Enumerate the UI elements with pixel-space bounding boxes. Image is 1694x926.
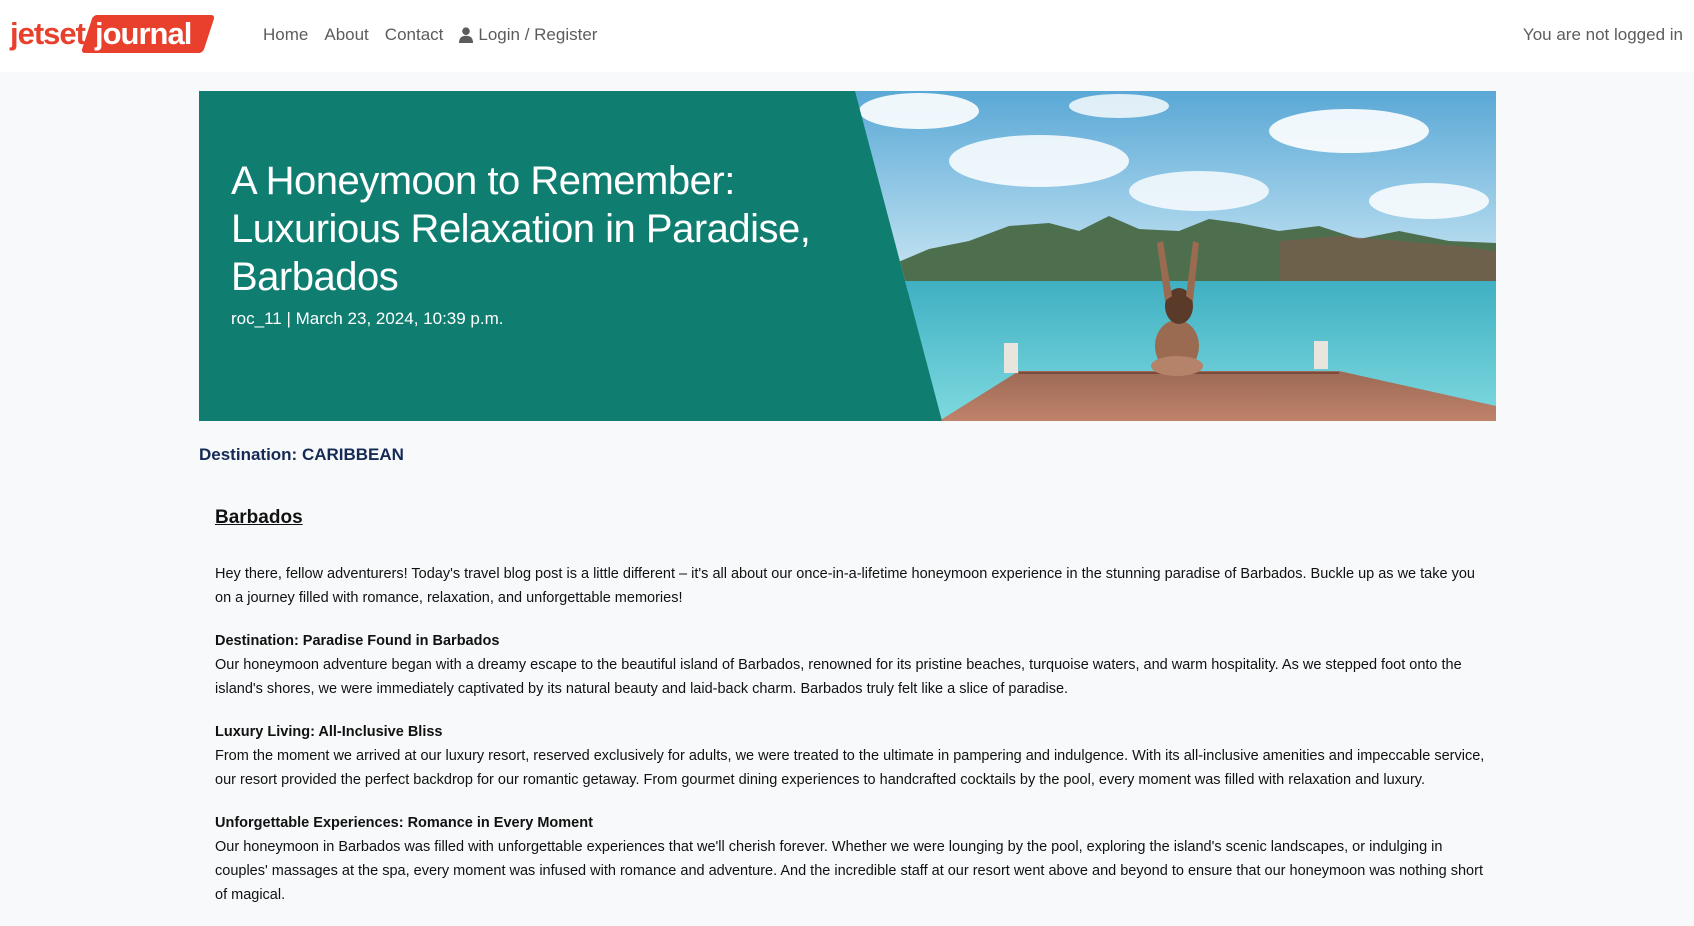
hero-banner: A Honeymoon to Remember: Luxurious Relax… xyxy=(199,91,1496,421)
nav-login-link[interactable]: Login / Register xyxy=(451,22,605,48)
section-body: Our honeymoon adventure began with a dre… xyxy=(215,657,1462,697)
post-meta: roc_11 | March 23, 2024, 10:39 p.m. xyxy=(231,309,504,328)
brand-logo[interactable]: jetset journal xyxy=(10,14,209,54)
article-body: Barbados Hey there, fellow adventurers! … xyxy=(215,500,1495,926)
section-body: From the moment we arrived at our luxury… xyxy=(215,748,1485,788)
section-title: Unforgettable Experiences: Romance in Ev… xyxy=(215,815,593,831)
article-section: Unforgettable Experiences: Romance in Ev… xyxy=(215,811,1495,907)
navbar: jetset journal Home About Contact Login … xyxy=(0,0,1694,72)
article-section: Luxury Living: All-Inclusive Bliss From … xyxy=(215,720,1495,792)
article-heading: Barbados xyxy=(215,507,303,528)
article-section: Destination: Paradise Found in Barbados … xyxy=(215,629,1495,701)
brand-name-part2: journal xyxy=(87,14,209,54)
nav-links: Home About Contact Login / Register xyxy=(255,22,605,48)
page-title: A Honeymoon to Remember: Luxurious Relax… xyxy=(231,159,811,299)
brand-name-part1: jetset xyxy=(10,16,86,51)
nav-login-label: Login / Register xyxy=(478,25,598,44)
login-status-text: You are not logged in xyxy=(1522,25,1683,44)
nav-home-link[interactable]: Home xyxy=(255,22,316,48)
nav-contact-link[interactable]: Contact xyxy=(377,22,452,48)
section-body: Our honeymoon in Barbados was filled wit… xyxy=(215,839,1483,903)
article-intro: Hey there, fellow adventurers! Today's t… xyxy=(215,566,1475,606)
section-title: Luxury Living: All-Inclusive Bliss xyxy=(215,724,443,740)
nav-about-link[interactable]: About xyxy=(316,22,376,48)
destination-label: Destination: CARIBBEAN xyxy=(199,445,404,464)
section-title: Destination: Paradise Found in Barbados xyxy=(215,633,500,649)
user-icon xyxy=(459,27,474,43)
